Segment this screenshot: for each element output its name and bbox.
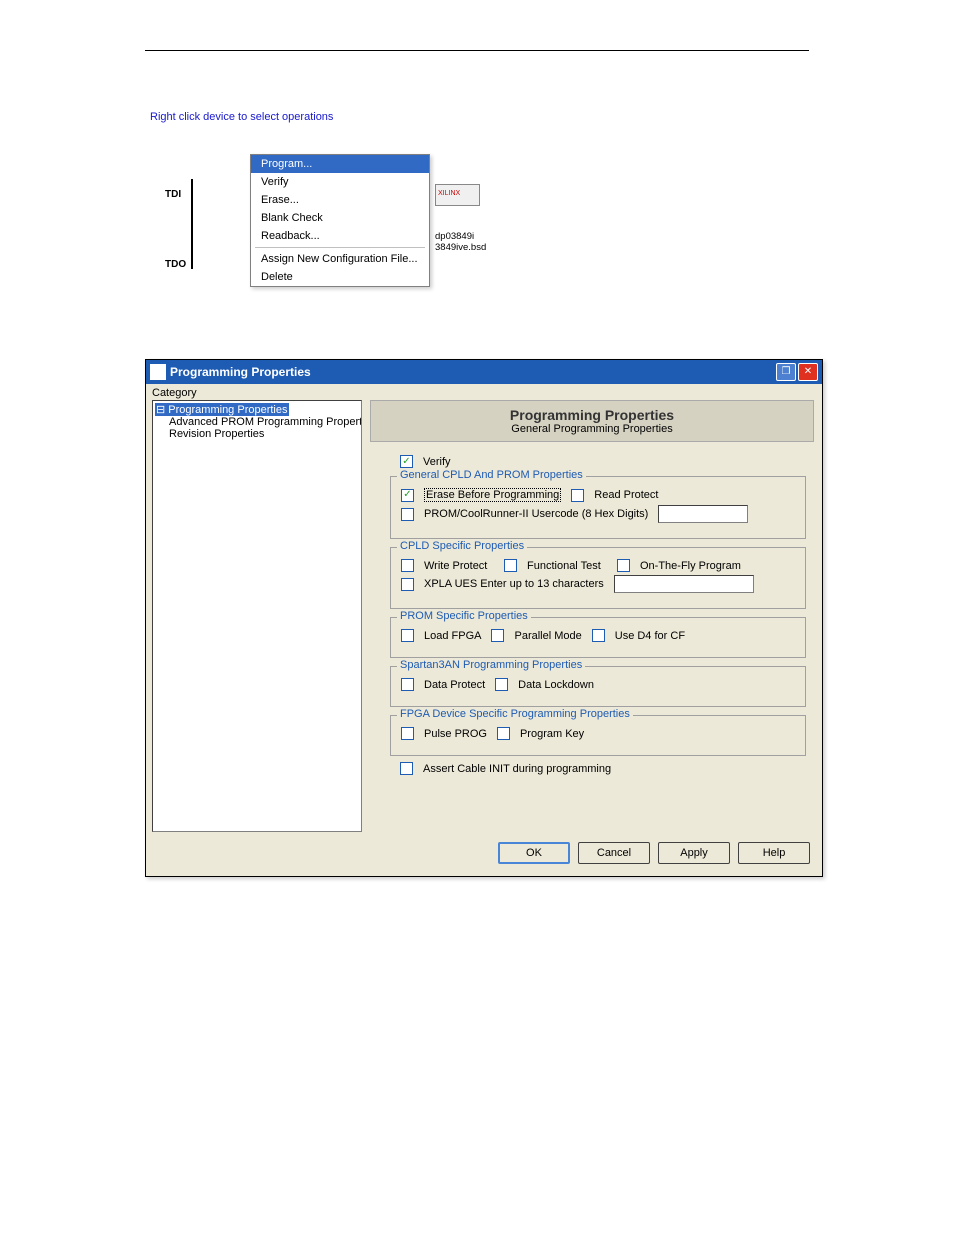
panel-header: Programming Properties General Programmi… xyxy=(370,400,814,442)
gp-legend: General CPLD And PROM Properties xyxy=(397,469,586,481)
write-protect-label: Write Protect xyxy=(424,560,494,572)
assert-init-checkbox[interactable] xyxy=(400,762,413,775)
parallel-mode-checkbox[interactable] xyxy=(491,629,504,642)
prom-specific-group: PROM Specific Properties Load FPGA Paral… xyxy=(390,617,806,658)
menu-item-erase[interactable]: Erase... xyxy=(251,191,429,209)
data-lockdown-checkbox[interactable] xyxy=(495,678,508,691)
data-protect-checkbox[interactable] xyxy=(401,678,414,691)
fpga-legend: FPGA Device Specific Programming Propert… xyxy=(397,708,633,720)
usercode-label: PROM/CoolRunner-II Usercode (8 Hex Digit… xyxy=(424,508,648,520)
functional-test-checkbox[interactable] xyxy=(504,559,517,572)
device-context-menu: Program... Verify Erase... Blank Check R… xyxy=(250,154,430,287)
dialog-titlebar[interactable]: Programming Properties ❐ ✕ xyxy=(146,360,822,384)
fpga-specific-group: FPGA Device Specific Programming Propert… xyxy=(390,715,806,756)
erase-checkbox[interactable]: ✓ xyxy=(401,489,414,502)
tree-root[interactable]: Programming Properties xyxy=(155,403,289,416)
cpld-legend: CPLD Specific Properties xyxy=(397,540,527,552)
load-fpga-label: Load FPGA xyxy=(424,630,481,642)
chip-brand: XILINX xyxy=(438,190,460,197)
erase-label: Erase Before Programming xyxy=(424,488,561,502)
tdo-label: TDO xyxy=(165,259,186,270)
load-fpga-checkbox[interactable] xyxy=(401,629,414,642)
read-protect-checkbox[interactable] xyxy=(571,489,584,502)
s3an-legend: Spartan3AN Programming Properties xyxy=(397,659,585,671)
header-small: General Programming Properties xyxy=(377,423,807,435)
write-protect-checkbox[interactable] xyxy=(401,559,414,572)
chip-label-file: 3849ive.bsd xyxy=(435,242,486,253)
tree-child-revision[interactable]: Revision Properties xyxy=(169,428,359,440)
functional-test-label: Functional Test xyxy=(527,560,607,572)
cancel-button[interactable]: Cancel xyxy=(578,842,650,864)
prom-legend: PROM Specific Properties xyxy=(397,610,531,622)
properties-panel: Programming Properties General Programmi… xyxy=(368,400,816,832)
help-button[interactable]: Help xyxy=(738,842,810,864)
close-button[interactable]: ✕ xyxy=(798,363,818,381)
programming-properties-dialog: Programming Properties ❐ ✕ Category Prog… xyxy=(145,359,823,877)
tdi-label: TDI xyxy=(165,189,181,200)
menu-item-readback[interactable]: Readback... xyxy=(251,227,429,245)
d4-label: Use D4 for CF xyxy=(615,630,685,642)
pulse-prog-checkbox[interactable] xyxy=(401,727,414,740)
ok-button[interactable]: OK xyxy=(498,842,570,864)
menu-item-delete[interactable]: Delete xyxy=(251,268,429,286)
category-label: Category xyxy=(146,384,822,400)
xilinx-chip[interactable]: XILINX xyxy=(435,184,480,206)
menu-item-program[interactable]: Program... xyxy=(251,155,429,173)
app-icon xyxy=(150,364,166,380)
usercode-checkbox[interactable] xyxy=(401,508,414,521)
xpla-label: XPLA UES Enter up to 13 characters xyxy=(424,578,604,590)
usercode-input[interactable] xyxy=(658,505,748,523)
read-protect-label: Read Protect xyxy=(594,489,658,501)
menu-item-verify[interactable]: Verify xyxy=(251,173,429,191)
xpla-input[interactable] xyxy=(614,575,754,593)
menu-item-blank-check[interactable]: Blank Check xyxy=(251,209,429,227)
tree-child-advanced[interactable]: Advanced PROM Programming Properties xyxy=(169,416,359,428)
header-rule xyxy=(145,50,809,51)
program-key-checkbox[interactable] xyxy=(497,727,510,740)
jtag-chain-view: TDI TDO XILINX dp03849i 3849ive.bsd Prog… xyxy=(165,129,525,299)
context-hint: Right click device to select operations xyxy=(150,111,809,123)
general-cpld-prom-group: General CPLD And PROM Properties ✓ Erase… xyxy=(390,476,806,539)
data-protect-label: Data Protect xyxy=(424,679,485,691)
menu-separator xyxy=(255,247,425,248)
verify-label: Verify xyxy=(423,456,451,468)
data-lockdown-label: Data Lockdown xyxy=(518,679,594,691)
header-big: Programming Properties xyxy=(377,407,807,423)
parallel-mode-label: Parallel Mode xyxy=(514,630,581,642)
category-tree[interactable]: Programming Properties Advanced PROM Pro… xyxy=(152,400,362,832)
bracket-line xyxy=(191,179,193,269)
verify-checkbox[interactable]: ✓ xyxy=(400,455,413,468)
pulse-prog-label: Pulse PROG xyxy=(424,728,487,740)
cpld-specific-group: CPLD Specific Properties Write Protect F… xyxy=(390,547,806,609)
dialog-title: Programming Properties xyxy=(170,365,774,379)
otf-program-label: On-The-Fly Program xyxy=(640,560,741,572)
d4-checkbox[interactable] xyxy=(592,629,605,642)
assert-init-label: Assert Cable INIT during programming xyxy=(423,763,611,775)
spartan3an-group: Spartan3AN Programming Properties Data P… xyxy=(390,666,806,707)
xpla-checkbox[interactable] xyxy=(401,578,414,591)
dialog-button-row: OK Cancel Apply Help xyxy=(146,832,822,876)
menu-item-assign-config[interactable]: Assign New Configuration File... xyxy=(251,250,429,268)
otf-program-checkbox[interactable] xyxy=(617,559,630,572)
program-key-label: Program Key xyxy=(520,728,584,740)
chip-label-part: dp03849i xyxy=(435,231,474,242)
restore-button[interactable]: ❐ xyxy=(776,363,796,381)
apply-button[interactable]: Apply xyxy=(658,842,730,864)
